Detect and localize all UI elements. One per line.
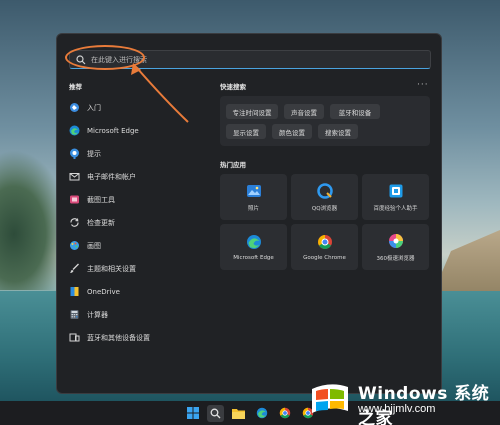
- list-item-label: 电子邮件和帐户: [87, 172, 136, 181]
- update-icon: [69, 217, 80, 228]
- list-item-bluetooth-devices[interactable]: 蓝牙和其他设备设置: [69, 326, 219, 349]
- more-options-button[interactable]: ···: [417, 80, 429, 90]
- taskbar-search-icon[interactable]: [207, 404, 224, 422]
- app-tile-label: QQ浏览器: [311, 205, 338, 212]
- app-tile-label: 照片: [247, 205, 259, 212]
- quick-search-panel: 专注时间设置 声音设置 蓝牙和设备 显示设置 颜色设置 搜索设置: [220, 96, 430, 146]
- start-menu: 推荐 快速搜索 ··· 入门 Microsoft Edge 提示 电子邮件和: [56, 33, 442, 394]
- list-item-label: 计算器: [87, 310, 108, 319]
- recommended-title: 推荐: [69, 83, 82, 91]
- list-item-label: 截图工具: [87, 195, 115, 204]
- baidu-jingyan-icon: [388, 183, 404, 199]
- windows-start-icon[interactable]: [184, 405, 201, 422]
- search-icon: [76, 54, 86, 64]
- recommended-list: 入门 Microsoft Edge 提示 电子邮件和帐户 截图工具 检查更新 画…: [69, 96, 219, 349]
- chip-sound-settings[interactable]: 声音设置: [284, 104, 324, 119]
- chip-search-settings[interactable]: 搜索设置: [318, 124, 358, 139]
- chip-display-settings[interactable]: 显示设置: [226, 124, 266, 139]
- app-tile-label: Google Chrome: [303, 254, 346, 261]
- bluetooth-devices-icon: [69, 332, 80, 343]
- watermark-title: Windows 系统之家: [358, 384, 490, 425]
- search-input[interactable]: [91, 55, 391, 64]
- app-tile-photos[interactable]: 照片: [220, 174, 287, 220]
- list-item-get-started[interactable]: 入门: [69, 96, 219, 119]
- list-item-theme-settings[interactable]: 主题和相关设置: [69, 257, 219, 280]
- app-tile-edge[interactable]: Microsoft Edge: [220, 224, 287, 270]
- list-item-label: Microsoft Edge: [87, 126, 139, 135]
- list-item-onedrive[interactable]: OneDrive: [69, 280, 219, 303]
- list-item-edge[interactable]: Microsoft Edge: [69, 119, 219, 142]
- app-tile-qq-browser[interactable]: QQ浏览器: [291, 174, 358, 220]
- app-tile-360-browser[interactable]: 360极速浏览器: [362, 224, 429, 270]
- theme-brush-icon: [69, 263, 80, 274]
- taskbar-edge-icon[interactable]: [253, 405, 270, 422]
- list-item-label: 画图: [87, 241, 101, 250]
- tips-icon: [69, 148, 80, 159]
- app-tile-baidu-jingyan[interactable]: 百度经验个人助手: [362, 174, 429, 220]
- list-item-snipping-tool[interactable]: 截图工具: [69, 188, 219, 211]
- app-tile-label: Microsoft Edge: [233, 254, 274, 261]
- chip-focus-settings[interactable]: 专注时间设置: [226, 104, 278, 119]
- search-bar[interactable]: [69, 50, 431, 69]
- chrome-icon: [317, 234, 333, 250]
- watermark-url: www.bjjmlv.com: [358, 403, 436, 415]
- get-started-icon: [69, 102, 80, 113]
- chip-color-settings[interactable]: 颜色设置: [272, 124, 312, 139]
- list-item-label: 主题和相关设置: [87, 264, 136, 273]
- list-item-label: 检查更新: [87, 218, 115, 227]
- list-item-label: 蓝牙和其他设备设置: [87, 333, 150, 342]
- 360-browser-icon: [388, 233, 404, 249]
- list-item-paint[interactable]: 画图: [69, 234, 219, 257]
- app-tile-label: 百度经验个人助手: [373, 205, 418, 212]
- list-item-label: 提示: [87, 149, 101, 158]
- file-explorer-icon[interactable]: [230, 405, 247, 422]
- windows-logo-watermark: [312, 384, 348, 413]
- list-item-label: 入门: [87, 103, 101, 112]
- edge-icon: [69, 125, 80, 136]
- list-item-check-updates[interactable]: 检查更新: [69, 211, 219, 234]
- chip-bluetooth-devices[interactable]: 蓝牙和设备: [330, 104, 380, 119]
- app-tile-chrome[interactable]: Google Chrome: [291, 224, 358, 270]
- paint-icon: [69, 240, 80, 251]
- list-item-calculator[interactable]: 计算器: [69, 303, 219, 326]
- calculator-icon: [69, 309, 80, 320]
- photos-icon: [246, 183, 262, 199]
- snipping-tool-icon: [69, 194, 80, 205]
- taskbar-chrome-icon[interactable]: [276, 405, 293, 422]
- qq-browser-icon: [316, 182, 333, 199]
- edge-icon: [246, 234, 262, 250]
- watermark: Windows 系统之家 www.bjjmlv.com: [300, 369, 500, 425]
- list-item-mail-accounts[interactable]: 电子邮件和帐户: [69, 165, 219, 188]
- list-item-label: OneDrive: [87, 287, 120, 296]
- mail-icon: [69, 171, 80, 182]
- quick-search-title: 快速搜索: [220, 83, 246, 91]
- list-item-tips[interactable]: 提示: [69, 142, 219, 165]
- onedrive-icon: [69, 286, 80, 297]
- top-apps-title: 热门应用: [220, 161, 246, 169]
- app-tile-label: 360极速浏览器: [376, 255, 415, 262]
